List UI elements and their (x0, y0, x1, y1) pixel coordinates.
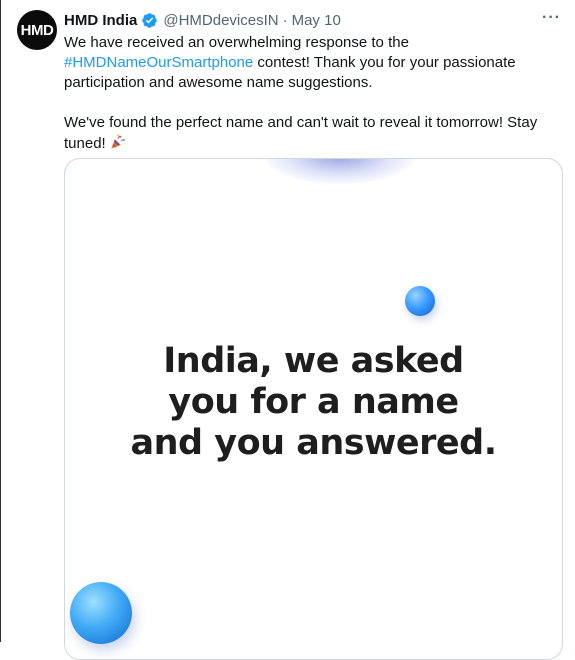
tweet-text: We have received an overwhelming respons… (64, 33, 554, 154)
avatar-logo-text: HMD (20, 21, 54, 39)
headline-line-2: you for a name (168, 382, 459, 422)
tweet-paragraph-2: We've found the perfect name and can't w… (64, 113, 554, 154)
author-handle[interactable]: @HMDdevicesIN (163, 12, 278, 29)
author-name[interactable]: HMD India (64, 12, 137, 29)
tweet-date[interactable]: May 10 (292, 12, 341, 29)
separator-dot: · (282, 11, 288, 29)
small-blue-sphere (405, 286, 435, 316)
headline-line-3: and you answered. (130, 423, 497, 463)
avatar[interactable]: HMD (17, 10, 57, 50)
verified-badge-icon (142, 12, 158, 28)
more-options-icon[interactable]: ··· (542, 9, 561, 27)
window-edge (0, 0, 1, 642)
tweet-header: HMD India @HMDdevicesIN · May 10 (64, 10, 341, 30)
tweet-paragraph-1: We have received an overwhelming respons… (64, 33, 554, 93)
headline-line-1: India, we asked (163, 341, 464, 381)
party-popper-icon (110, 134, 125, 149)
hashtag-link[interactable]: #HMDNameOurSmartphone (64, 54, 253, 71)
tweet-media-image[interactable]: India, we asked you for a name and you a… (64, 158, 563, 660)
tweet-text-para2: We've found the perfect name and can't w… (64, 114, 538, 152)
tweet-text-part1: We have received an overwhelming respons… (64, 34, 409, 51)
decorative-glow (265, 159, 415, 184)
media-headline: India, we asked you for a name and you a… (65, 341, 562, 464)
large-blue-sphere (70, 582, 132, 644)
